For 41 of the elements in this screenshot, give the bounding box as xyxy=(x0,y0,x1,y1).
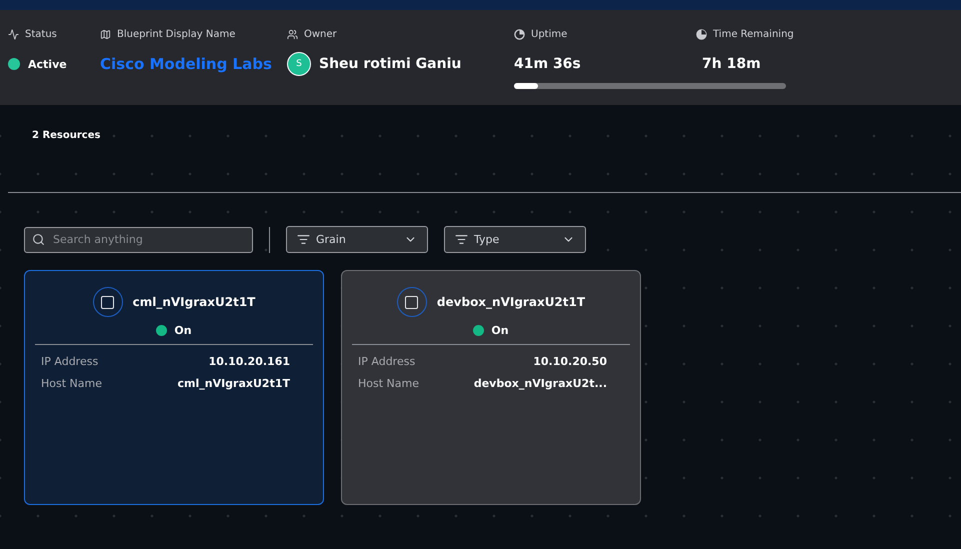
field-label: IP Address xyxy=(41,355,98,368)
filter-dropdown[interactable]: Type xyxy=(444,226,586,253)
uptime-value: 41m 36s xyxy=(514,56,581,72)
time-remaining-value: 7h 18m xyxy=(701,56,761,72)
map-icon xyxy=(100,28,111,40)
power-state: On xyxy=(174,324,192,337)
pie-chart-icon xyxy=(696,28,707,40)
field-label: IP Address xyxy=(358,355,416,368)
resource-card[interactable]: cml_nVIgraxU2t1T On IP Address 10.10.20.161 Host Name cml_nVIgraxU2t1T xyxy=(24,270,324,505)
pie-chart-icon xyxy=(514,28,525,40)
resource-name: cml_nVIgraxU2t1T xyxy=(132,295,256,309)
uptime-label: Uptime xyxy=(531,28,568,40)
resource-name: devbox_nVIgraxU2t1T xyxy=(436,295,586,309)
filter-icon xyxy=(455,233,468,246)
time-remaining-label: Time Remaining xyxy=(713,28,794,40)
field-value: 10.10.20.50 xyxy=(533,355,607,368)
field-label: Host Name xyxy=(41,377,102,390)
checkbox[interactable] xyxy=(101,296,114,308)
power-state: On xyxy=(491,324,509,337)
filter-icon xyxy=(297,233,310,246)
state-dot xyxy=(473,325,484,336)
search-field[interactable]: Search anything xyxy=(24,226,253,252)
search-icon xyxy=(32,232,45,246)
resource-card[interactable]: devbox_nVIgraxU2t1T On IP Address 10.10.20.50 Host Name devbox_nVIgraxU2t... xyxy=(341,270,641,505)
status-label: Status xyxy=(25,28,57,40)
owner-name: Sheu rotimi Ganiu xyxy=(319,56,462,72)
owner-label: Owner xyxy=(304,28,337,40)
checkbox[interactable] xyxy=(405,296,418,308)
users-icon xyxy=(287,28,298,40)
status-value: Active xyxy=(28,58,67,70)
field-value: 10.10.20.161 xyxy=(208,355,290,368)
resource-count: 2 Resources xyxy=(32,130,100,141)
field-value: cml_nVIgraxU2t1T xyxy=(177,377,290,390)
blueprint-name: Cisco Modeling Labs xyxy=(100,55,272,73)
pulse-icon xyxy=(8,28,19,40)
owner-avatar: S xyxy=(287,52,311,76)
filter-dropdown[interactable]: Grain xyxy=(286,226,428,253)
blueprint-label: Blueprint Display Name xyxy=(117,28,236,40)
state-dot xyxy=(156,325,168,336)
field-label: Host Name xyxy=(358,377,419,390)
field-value: devbox_nVIgraxU2t... xyxy=(474,377,607,390)
